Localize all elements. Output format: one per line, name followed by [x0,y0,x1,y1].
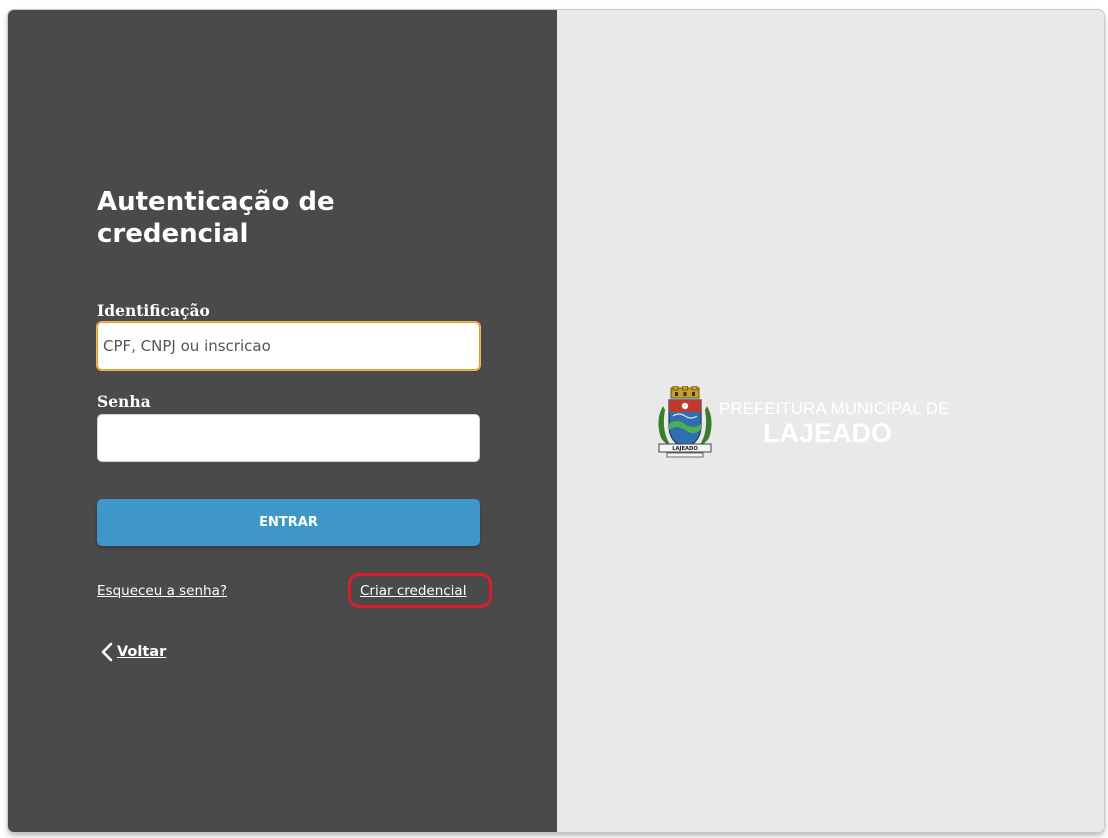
municipality-logo: LAJEADO PREFEITURA MUNICIPAL DE LAJEADO [653,385,973,458]
crest-ribbon-text: LAJEADO [672,446,698,452]
login-panel: Autenticação de credencial Identificação… [8,10,557,832]
password-label: Senha [97,392,151,411]
login-window: Autenticação de credencial Identificação… [8,10,1104,832]
identification-input[interactable] [97,322,480,370]
back-link[interactable]: Voltar [100,642,166,662]
identification-label: Identificação [97,301,210,320]
password-input[interactable] [97,414,480,462]
brand-line-2: LAJEADO [763,418,893,448]
brand-line-1: PREFEITURA MUNICIPAL DE [719,399,950,418]
forgot-password-link[interactable]: Esqueceu a senha? [97,582,227,600]
back-link-label: Voltar [117,644,167,660]
coat-of-arms-icon: LAJEADO [653,385,717,462]
chevron-left-icon [100,642,114,662]
login-button[interactable]: ENTRAR [97,499,480,546]
page-title: Autenticação de credencial [97,187,335,249]
create-credential-link[interactable]: Criar credencial [360,582,466,600]
